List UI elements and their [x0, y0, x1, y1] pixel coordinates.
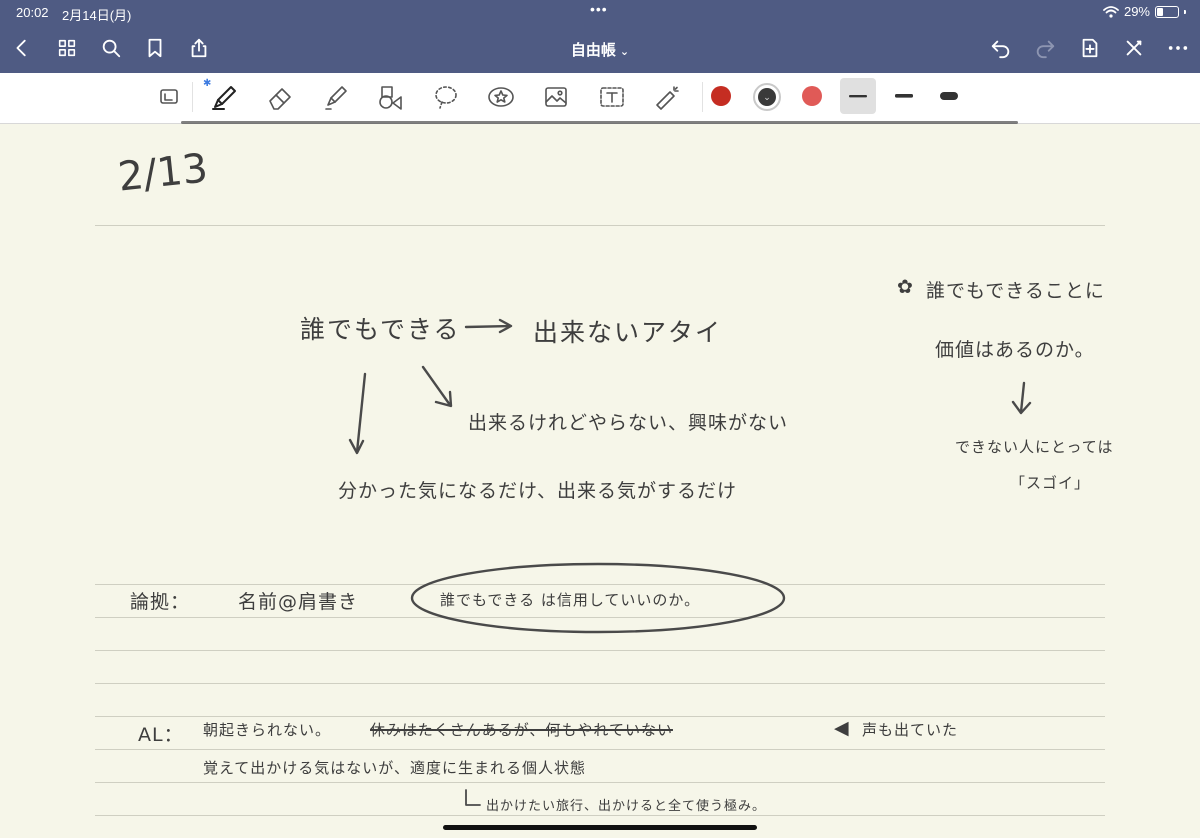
handwritten-text: 価値はあるのか。 — [935, 339, 1095, 361]
page-rule — [95, 683, 1105, 684]
color-swatch-red[interactable] — [711, 86, 731, 106]
medium-line-icon — [895, 94, 913, 98]
status-date: 2月14日(月) — [62, 8, 132, 23]
page-rule — [95, 225, 1105, 226]
thick-line-icon — [940, 92, 958, 100]
page-rule — [95, 749, 1105, 750]
handwritten-text: 名前@肩書き — [238, 591, 359, 613]
undo-button[interactable] — [989, 36, 1013, 60]
pen-mode-button[interactable] — [1122, 36, 1146, 60]
sticker-tool[interactable] — [484, 80, 518, 114]
text-tool[interactable] — [595, 80, 629, 114]
handwritten-text: できない人にとっては — [955, 438, 1114, 456]
battery-percent: 29% — [1123, 4, 1150, 19]
toolbar-separator — [702, 82, 703, 112]
handwritten-text: AL： — [138, 724, 184, 746]
battery-level — [1157, 7, 1163, 16]
side-bullet-icon: ✿ — [897, 276, 914, 298]
handwritten-text: 出来るけれどやらない、興味がない — [468, 412, 789, 434]
handwritten-text: 論拠： — [130, 591, 191, 613]
stroke-size-medium[interactable] — [886, 78, 922, 114]
page-rule — [95, 617, 1105, 618]
eraser-tool[interactable] — [263, 80, 297, 114]
eraser-icon — [269, 88, 291, 110]
sticker-star-icon — [488, 87, 514, 107]
ellipsis-icon — [1168, 46, 1188, 50]
stroke-size-thick[interactable] — [931, 78, 967, 114]
thin-line-icon — [849, 95, 867, 98]
lasso-icon — [435, 86, 457, 109]
battery-icon — [1155, 5, 1179, 18]
color-swatch-coral[interactable] — [802, 86, 822, 106]
text-box-icon — [600, 87, 624, 107]
highlighter-tool[interactable] — [319, 80, 353, 114]
add-page-button[interactable] — [1078, 36, 1102, 60]
handwritten-text: 出かけたい旅行、出かけると全て使う極み。 — [486, 799, 767, 814]
color-dropdown-icon: ⌄ — [758, 88, 776, 106]
handwritten-date: 2/13 — [115, 145, 210, 201]
pen-tool[interactable] — [207, 80, 241, 114]
title-dropdown-icon: ⌄ — [619, 46, 630, 58]
handwritten-text: 朝起きられない。 — [203, 721, 332, 739]
page-rule — [95, 716, 1105, 717]
pointer-left-icon: ◀ — [834, 717, 850, 739]
stroke-size-thin[interactable] — [840, 78, 876, 114]
highlighter-icon — [325, 86, 347, 110]
add-page-icon — [1082, 38, 1098, 58]
zoom-window-icon — [160, 89, 178, 104]
handwritten-text: 覚えて出かける気はないが、適度に生まれる個人状態 — [203, 759, 586, 777]
redo-button[interactable] — [1033, 36, 1057, 60]
handwritten-text: 分かった気になるだけ、出来る気がするだけ — [338, 480, 738, 502]
handwritten-text: 出来ないアタイ — [533, 318, 723, 347]
toolbar-separator — [192, 82, 193, 112]
page-rule — [95, 782, 1105, 783]
handwritten-strikethrough: 休みはたくさんあるが、何もやれていない — [370, 721, 673, 739]
undo-icon — [991, 40, 1010, 59]
home-indicator[interactable] — [443, 825, 757, 830]
image-icon — [545, 87, 567, 107]
page-rule — [95, 815, 1105, 816]
laser-pointer-icon — [656, 86, 679, 110]
navigation-bar: 20:02 2月14日(月) ••• 29% 自由帳 ⌄ — [0, 0, 1200, 73]
image-tool[interactable] — [539, 80, 573, 114]
status-indicators: 29% — [1103, 4, 1186, 19]
shape-tool[interactable] — [373, 80, 407, 114]
document-title[interactable]: 自由帳 ⌄ — [0, 39, 1200, 60]
shapes-icon — [379, 86, 402, 110]
more-button[interactable] — [1166, 36, 1190, 60]
battery-tip — [1184, 9, 1186, 14]
handwritten-text: 声も出ていた — [862, 721, 959, 739]
page-rule — [95, 584, 1105, 585]
multitasking-dots-icon[interactable]: ••• — [590, 1, 608, 17]
handwritten-text: 誰でもできる は信用していいのか。 — [440, 591, 701, 609]
status-time: 20:02 — [16, 5, 49, 20]
handwritten-text: 誰でもできる — [300, 315, 461, 344]
zoom-window-tool[interactable] — [152, 80, 186, 114]
handwritten-text: 「スゴイ」 — [1010, 474, 1091, 492]
pen-icon — [212, 86, 236, 110]
redo-icon — [1036, 40, 1055, 59]
page-rule — [95, 650, 1105, 651]
color-swatch-selected[interactable]: ⌄ — [753, 83, 781, 111]
laser-pointer-tool[interactable] — [650, 80, 684, 114]
lasso-tool[interactable] — [429, 80, 463, 114]
document-title-text: 自由帳 — [570, 42, 616, 59]
handwritten-text: 誰でもできることに — [926, 280, 1105, 302]
wifi-icon — [1103, 5, 1119, 18]
pen-cross-icon — [1126, 40, 1142, 56]
